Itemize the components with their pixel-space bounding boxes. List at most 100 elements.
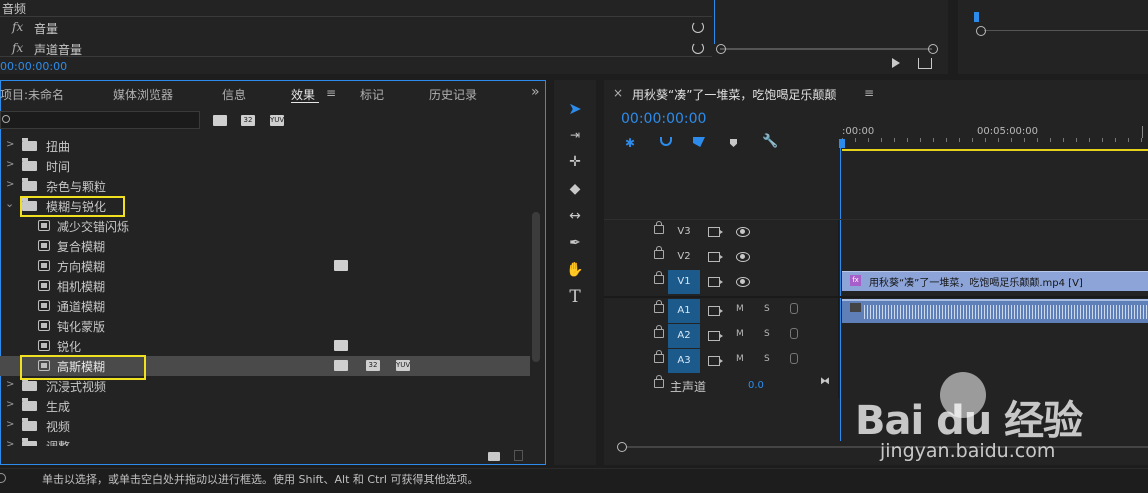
playhead-marker[interactable]	[839, 139, 845, 148]
video-clip-v1[interactable]: fx 用秋葵“凑”了一堆菜，吃饱喝足乐颠颠.mp4 [V]	[842, 271, 1148, 291]
tab-media-browser[interactable]: 媒体浏览器	[113, 86, 173, 103]
expand-arrow-icon[interactable]: >	[6, 139, 14, 150]
tree-folder-video[interactable]: > 视频	[0, 416, 530, 436]
track-name[interactable]: A1	[668, 299, 700, 323]
tree-folder-time[interactable]: > 时间	[0, 156, 530, 176]
yuv-filter-icon[interactable]: YUV	[270, 115, 284, 126]
tab-markers[interactable]: 标记	[360, 86, 384, 103]
tree-effect-directional-blur[interactable]: 方向模糊	[0, 256, 530, 276]
reset-icon[interactable]	[692, 21, 704, 33]
track-select-tool-icon[interactable]: ⇥	[562, 124, 588, 146]
razor-tool-icon[interactable]: ◆	[562, 178, 588, 200]
tree-effect-reduce-interlace-flicker[interactable]: 减少交错闪烁	[0, 216, 530, 236]
solo-button[interactable]: S	[764, 304, 770, 314]
ripple-edit-tool-icon[interactable]: ✛	[562, 151, 588, 173]
tree-effect-compound-blur[interactable]: 复合模糊	[0, 236, 530, 256]
scroll-handle-right[interactable]	[928, 44, 938, 54]
mute-button[interactable]: M	[736, 329, 744, 339]
trash-icon[interactable]	[514, 450, 523, 461]
close-sequence-icon[interactable]: ×	[613, 86, 623, 100]
expand-arrow-icon[interactable]: >	[6, 439, 14, 446]
master-volume-value[interactable]: 0.0	[748, 380, 764, 391]
lock-icon[interactable]	[654, 300, 664, 313]
tree-scrollbar[interactable]	[532, 212, 540, 362]
eye-icon[interactable]	[736, 227, 750, 237]
track-header-v2[interactable]: V2	[604, 245, 838, 269]
play-audio-icon[interactable]	[892, 58, 900, 68]
solo-button[interactable]: S	[764, 354, 770, 364]
track-name[interactable]: A3	[668, 349, 700, 373]
track-header-v1[interactable]: V1	[604, 270, 838, 294]
reset-icon[interactable]	[692, 42, 704, 54]
track-header-a1[interactable]: A1 M S	[604, 299, 838, 323]
keyframe-scrollbar[interactable]	[720, 48, 932, 50]
export-icon[interactable]	[918, 58, 932, 69]
nest-toggle-icon[interactable]: ✱	[625, 136, 635, 150]
mic-icon[interactable]	[790, 303, 798, 314]
mute-button[interactable]: M	[736, 354, 744, 364]
monitor-scrollbar[interactable]	[984, 30, 1148, 31]
expand-arrow-icon[interactable]: >	[6, 159, 14, 170]
sequence-menu-icon[interactable]: ≡	[864, 86, 874, 100]
tab-info[interactable]: 信息	[222, 86, 246, 103]
panel-menu-icon[interactable]: ≡	[326, 86, 336, 100]
tree-folder-noise-grain[interactable]: > 杂色与颗粒	[0, 176, 530, 196]
sequence-tab[interactable]: 用秋葵“凑”了一堆菜，吃饱喝足乐颠颠	[632, 86, 836, 103]
monitor-playhead[interactable]	[974, 12, 979, 22]
channel-volume-row[interactable]: fx 声道音量	[0, 38, 712, 58]
sync-lock-icon[interactable]	[708, 356, 723, 366]
sync-lock-icon[interactable]	[708, 306, 723, 316]
tree-effect-channel-blur[interactable]: 通道模糊	[0, 296, 530, 316]
tree-folder-generate[interactable]: > 生成	[0, 396, 530, 416]
tab-effects[interactable]: 效果	[291, 86, 315, 103]
volume-row[interactable]: fx 音量	[0, 18, 712, 38]
expand-arrow-icon[interactable]: >	[6, 379, 14, 390]
go-to-end-icon[interactable]: ⧓	[820, 376, 830, 387]
expand-arrow-icon[interactable]: >	[6, 399, 14, 410]
track-name[interactable]: V3	[668, 220, 700, 244]
tab-history[interactable]: 历史记录	[429, 86, 477, 103]
tree-effect-unsharp-mask[interactable]: 钝化蒙版	[0, 316, 530, 336]
lock-icon[interactable]	[654, 375, 664, 388]
collapse-arrow-icon[interactable]: ⌄	[5, 197, 14, 210]
track-name[interactable]: A2	[668, 324, 700, 348]
track-name[interactable]: V1	[668, 270, 700, 294]
monitor-scroll-handle[interactable]	[976, 26, 986, 36]
expand-arrow-icon[interactable]: >	[6, 419, 14, 430]
pen-tool-icon[interactable]: ✒	[562, 232, 588, 254]
timeline-timecode[interactable]: 00:00:00:00	[621, 111, 706, 127]
track-header-a2[interactable]: A2 M S	[604, 324, 838, 348]
mic-icon[interactable]	[790, 328, 798, 339]
lock-icon[interactable]	[654, 221, 664, 234]
eye-icon[interactable]	[736, 252, 750, 262]
solo-button[interactable]: S	[764, 329, 770, 339]
mic-icon[interactable]	[790, 353, 798, 364]
sync-lock-icon[interactable]	[708, 252, 723, 262]
scroll-handle-left[interactable]	[716, 44, 726, 54]
overflow-icon[interactable]: »	[531, 84, 540, 100]
lock-icon[interactable]	[654, 246, 664, 259]
32bit-filter-icon[interactable]: 32	[241, 115, 255, 126]
lock-icon[interactable]	[654, 350, 664, 363]
lock-icon[interactable]	[654, 271, 664, 284]
effect-timecode[interactable]: 00:00:00:00	[0, 60, 67, 73]
timeline-scroll-handle[interactable]	[617, 442, 627, 452]
expand-arrow-icon[interactable]: >	[6, 179, 14, 190]
tree-folder-distort[interactable]: > 扭曲	[0, 136, 530, 156]
tab-project[interactable]: 项目:未命名	[0, 86, 64, 103]
mute-button[interactable]: M	[736, 304, 744, 314]
audio-clip-a1[interactable]	[842, 299, 1148, 323]
sync-lock-icon[interactable]	[708, 227, 723, 237]
type-tool-icon[interactable]: T	[562, 286, 588, 308]
track-name[interactable]: V2	[668, 245, 700, 269]
tree-effect-sharpen[interactable]: 锐化	[0, 336, 530, 356]
tree-folder-adjust[interactable]: > 调整	[0, 436, 530, 446]
sync-lock-icon[interactable]	[708, 331, 723, 341]
slip-tool-icon[interactable]: ↔	[562, 205, 588, 227]
settings-wrench-icon[interactable]: 🔧	[762, 134, 778, 149]
selection-tool-icon[interactable]: ➤	[562, 98, 588, 120]
sync-lock-icon[interactable]	[708, 277, 723, 287]
track-header-a3[interactable]: A3 M S	[604, 349, 838, 373]
master-track-header[interactable]: 主声道 0.0 ⧓	[604, 374, 838, 398]
lock-icon[interactable]	[654, 325, 664, 338]
